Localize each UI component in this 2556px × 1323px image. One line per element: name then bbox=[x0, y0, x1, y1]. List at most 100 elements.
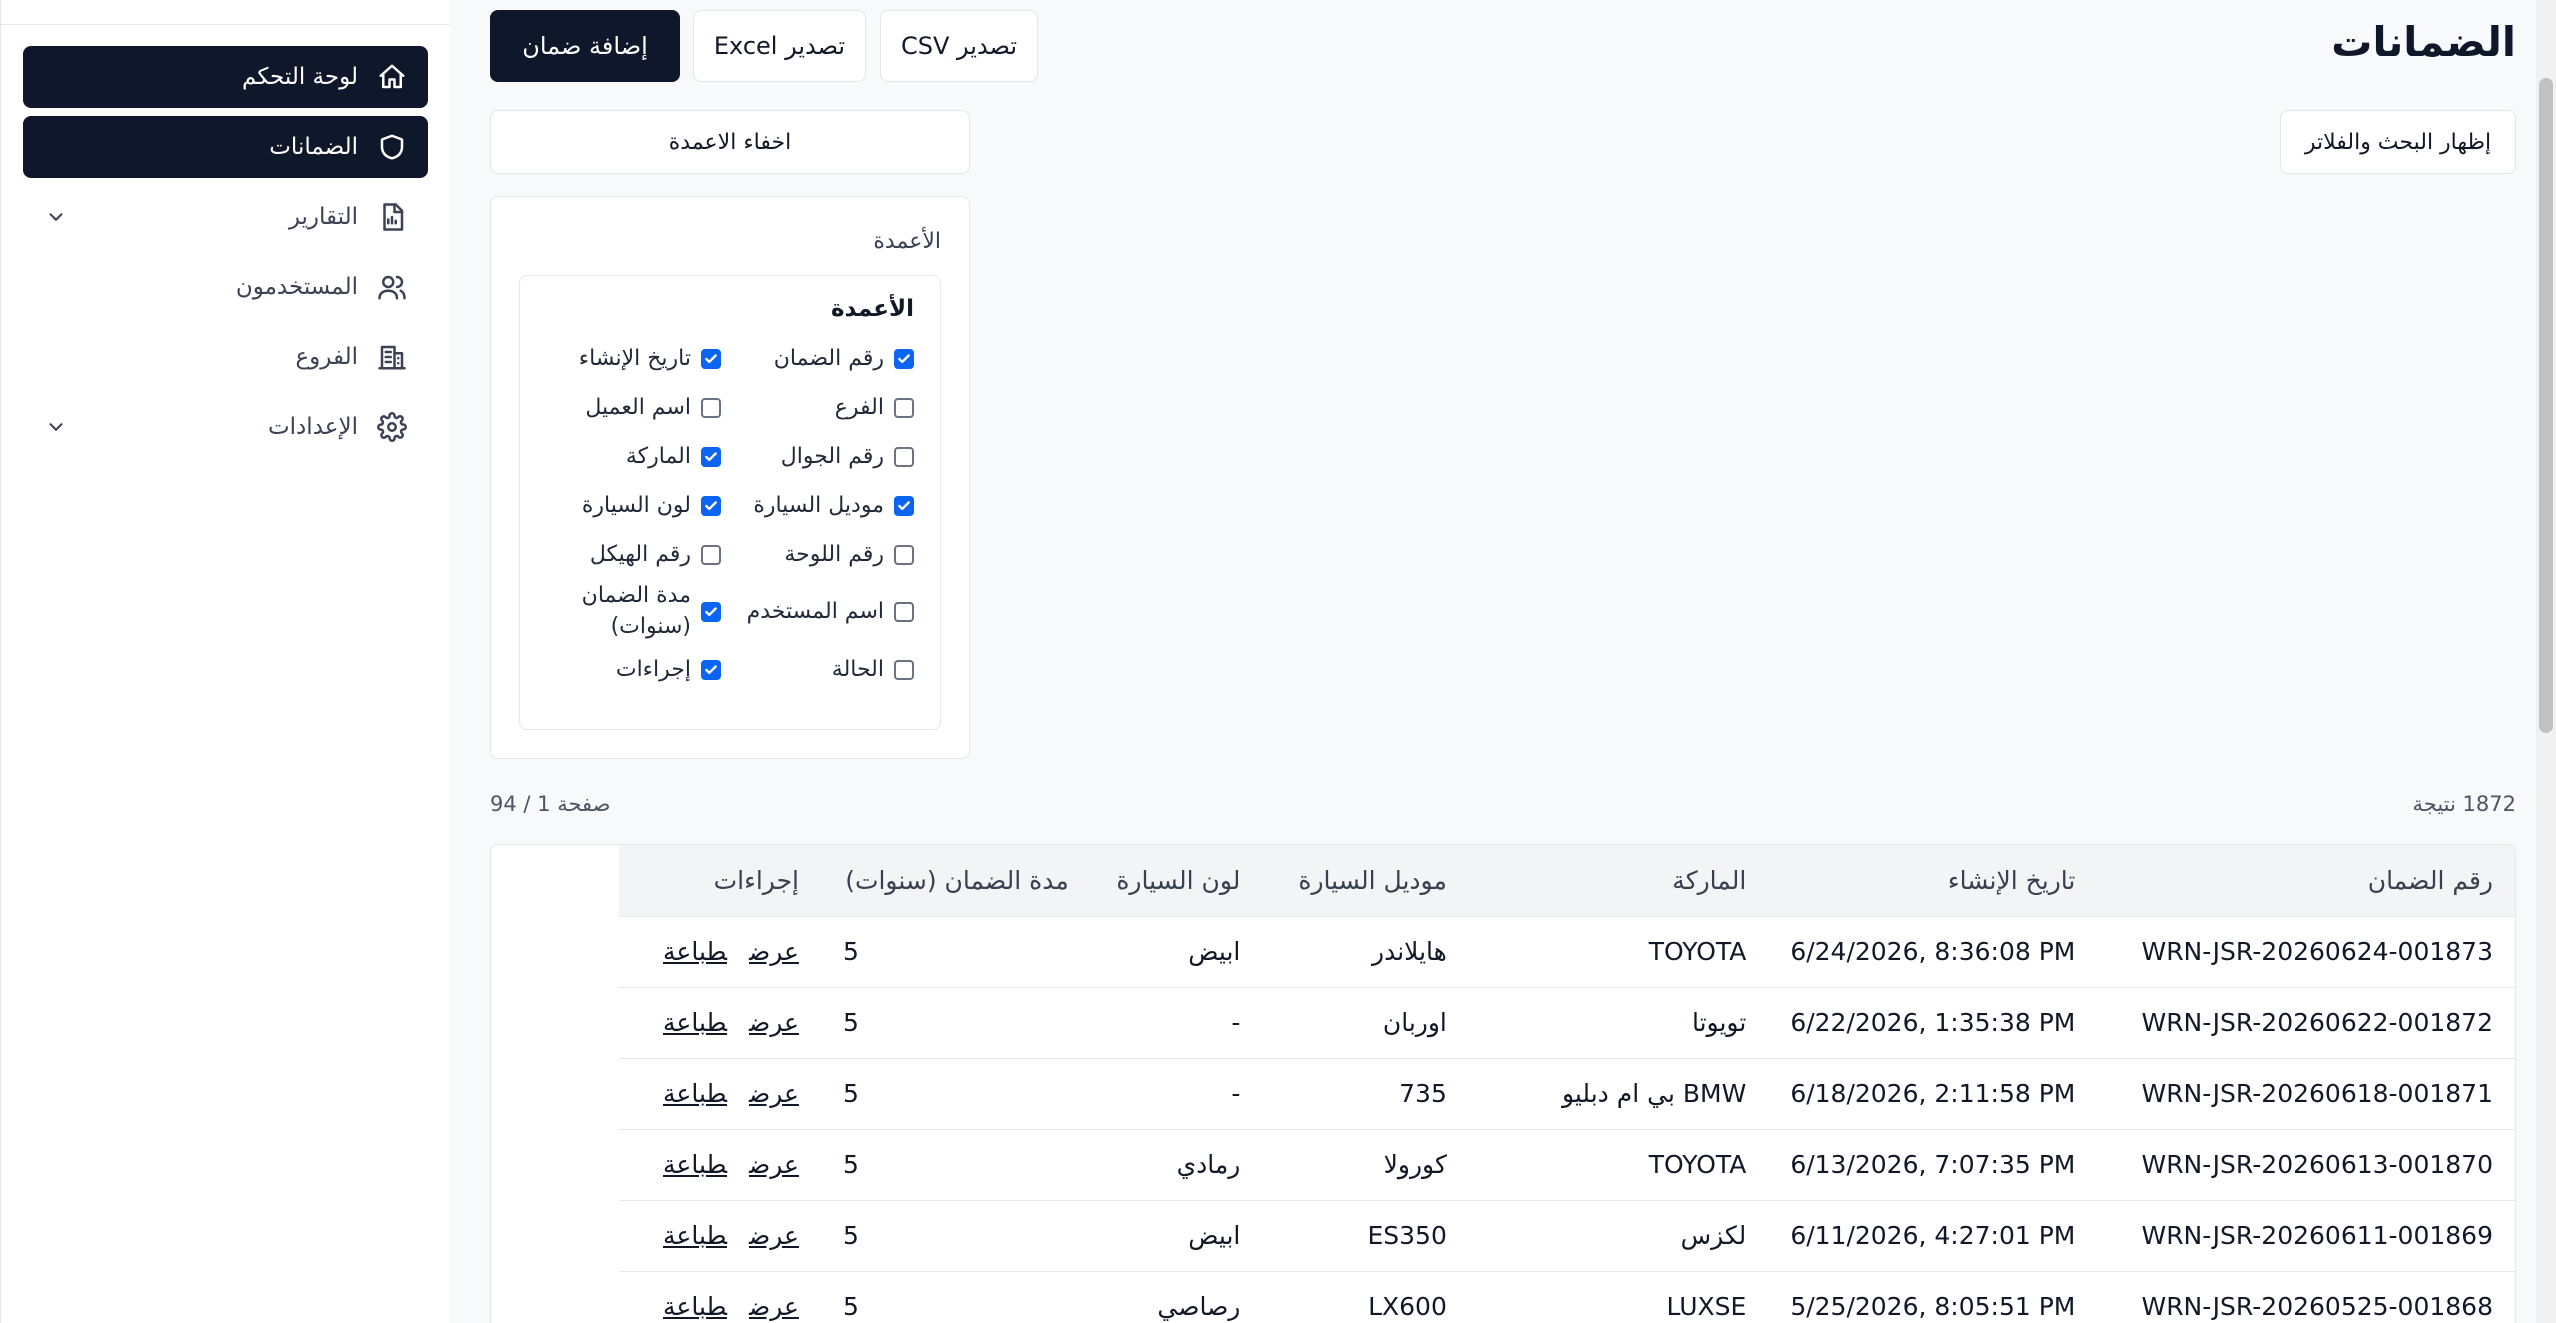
column-toggle-label: مدة الضمان (سنوات) bbox=[581, 583, 691, 639]
cell-car-model: 735 bbox=[1262, 1058, 1469, 1130]
page-scrollbar[interactable] bbox=[2536, 0, 2556, 1323]
sidebar-item-users[interactable]: المستخدمون bbox=[23, 256, 428, 318]
column-toggle[interactable]: تاريخ الإنشاء bbox=[546, 334, 721, 383]
chevron-down-icon[interactable] bbox=[43, 414, 69, 440]
checkbox-checked[interactable] bbox=[701, 659, 721, 680]
columns-checklist: رقم الضمان تاريخ الإنشاء الفرع اسم العميل رق… bbox=[546, 334, 914, 694]
header-car-color[interactable]: لون السيارة bbox=[1090, 845, 1263, 917]
header-car-model[interactable]: موديل السيارة bbox=[1262, 845, 1469, 917]
header-warranty-years[interactable]: مدة الضمان (سنوات) bbox=[821, 845, 1091, 917]
column-toggle[interactable]: رقم الهيكل bbox=[546, 530, 721, 579]
checkbox-unchecked[interactable] bbox=[894, 397, 914, 418]
view-link[interactable]: عرض bbox=[749, 1150, 799, 1179]
columns-box: الأعمدة رقم الضمان تاريخ الإنشاء الفرع اسم … bbox=[519, 275, 941, 730]
view-link[interactable]: عرض bbox=[749, 1008, 799, 1037]
view-link[interactable]: عرض bbox=[749, 1079, 799, 1108]
main-content: الضمانات إضافة ضمان تصدير Excel تصدير CS… bbox=[490, 0, 2516, 1323]
cell-actions: عرض طباعة bbox=[619, 1129, 821, 1201]
export-csv-button[interactable]: تصدير CSV bbox=[880, 10, 1038, 82]
table-row[interactable]: WRN-JSR-20260613-001870 6/13/2026, 7:07:3… bbox=[619, 1129, 2515, 1201]
column-toggle-label: رقم اللوحة bbox=[784, 542, 884, 567]
result-count: 1872 نتيجة bbox=[2412, 792, 2516, 816]
checkbox-checked[interactable] bbox=[894, 495, 914, 516]
print-link[interactable]: طباعة bbox=[663, 1221, 727, 1250]
sidebar-item-reports[interactable]: التقارير bbox=[23, 186, 428, 248]
cell-warranty-no: WRN-JSR-20260618-001871 bbox=[2097, 1058, 2515, 1130]
cell-warranty-years: 5 bbox=[821, 916, 1091, 988]
checkbox-unchecked[interactable] bbox=[701, 544, 721, 565]
column-toggle[interactable]: موديل السيارة bbox=[739, 481, 914, 530]
view-link[interactable]: عرض bbox=[749, 1292, 799, 1321]
column-toggle-label: موديل السيارة bbox=[753, 493, 884, 518]
sidebar-item-warranties[interactable]: الضمانات bbox=[23, 116, 428, 178]
header-brand[interactable]: الماركة bbox=[1468, 845, 1769, 917]
column-toggle-label: اسم المستخدم bbox=[746, 598, 884, 624]
view-link[interactable]: عرض bbox=[749, 937, 799, 966]
users-icon bbox=[376, 271, 408, 303]
hide-columns-button[interactable]: اخفاء الاعمدة bbox=[490, 110, 970, 174]
cell-created-date: 6/18/2026, 2:11:58 PM bbox=[1768, 1058, 2098, 1130]
sidebar-item-branches[interactable]: الفروع bbox=[23, 326, 428, 388]
print-link[interactable]: طباعة bbox=[663, 937, 727, 966]
scrollbar-thumb[interactable] bbox=[2539, 78, 2553, 733]
checkbox-unchecked[interactable] bbox=[894, 602, 914, 622]
sidebar-item-label: المستخدمون bbox=[235, 274, 358, 300]
column-toggle[interactable]: رقم اللوحة bbox=[739, 530, 914, 579]
chevron-down-icon[interactable] bbox=[43, 204, 69, 230]
shield-icon bbox=[376, 131, 408, 163]
column-toggle[interactable]: اسم المستخدم bbox=[739, 579, 914, 645]
checkbox-unchecked[interactable] bbox=[701, 397, 721, 418]
view-link[interactable]: عرض bbox=[749, 1221, 799, 1250]
sidebar-item-settings[interactable]: الإعدادات bbox=[23, 396, 428, 458]
checkbox-checked[interactable] bbox=[701, 446, 721, 467]
print-link[interactable]: طباعة bbox=[663, 1008, 727, 1037]
checkbox-unchecked[interactable] bbox=[894, 446, 914, 467]
table-header-row: رقم الضمان تاريخ الإنشاء الماركة موديل ا… bbox=[619, 845, 2515, 917]
print-link[interactable]: طباعة bbox=[663, 1150, 727, 1179]
sidebar-item-dashboard[interactable]: لوحة التحكم bbox=[23, 46, 428, 108]
table-row[interactable]: WRN-JSR-20260618-001871 6/18/2026, 2:11:5… bbox=[619, 1058, 2515, 1130]
checkbox-checked[interactable] bbox=[701, 348, 721, 369]
cell-car-model: اوربان bbox=[1262, 987, 1469, 1059]
cell-actions: عرض طباعة bbox=[619, 916, 821, 988]
column-toggle[interactable]: لون السيارة bbox=[546, 481, 721, 530]
column-toggle[interactable]: الحالة bbox=[739, 645, 914, 694]
print-link[interactable]: طباعة bbox=[663, 1079, 727, 1108]
checkbox-checked[interactable] bbox=[894, 348, 914, 369]
column-toggle[interactable]: الماركة bbox=[546, 432, 721, 481]
table-row[interactable]: WRN-JSR-20260624-001873 6/24/2026, 8:36:0… bbox=[619, 916, 2515, 988]
show-filters-button[interactable]: إظهار البحث والفلاتر bbox=[2280, 110, 2516, 174]
table-row[interactable]: WRN-JSR-20260611-001869 6/11/2026, 4:27:0… bbox=[619, 1200, 2515, 1272]
column-toggle-label: رقم الجوال bbox=[780, 444, 884, 469]
add-warranty-button[interactable]: إضافة ضمان bbox=[490, 10, 680, 82]
header-warranty-no[interactable]: رقم الضمان bbox=[2097, 845, 2515, 917]
column-toggle-label: الماركة bbox=[625, 444, 691, 469]
cell-created-date: 6/24/2026, 8:36:08 PM bbox=[1768, 916, 2098, 988]
column-toggle[interactable]: مدة الضمان (سنوات) bbox=[546, 579, 721, 645]
print-link[interactable]: طباعة bbox=[663, 1292, 727, 1321]
export-excel-button[interactable]: تصدير Excel bbox=[693, 10, 866, 82]
checkbox-checked[interactable] bbox=[701, 602, 721, 622]
cell-created-date: 6/22/2026, 1:35:38 PM bbox=[1768, 987, 2098, 1059]
column-toggle[interactable]: إجراءات bbox=[546, 645, 721, 694]
cell-car-color: رمادي bbox=[1090, 1129, 1263, 1201]
table-row[interactable]: WRN-JSR-20260622-001872 6/22/2026, 1:35:3… bbox=[619, 987, 2515, 1059]
checkbox-unchecked[interactable] bbox=[894, 659, 914, 680]
checkbox-unchecked[interactable] bbox=[894, 544, 914, 565]
cell-brand: TOYOTA bbox=[1468, 916, 1769, 988]
cell-car-color: ابيض bbox=[1090, 916, 1263, 988]
checkbox-checked[interactable] bbox=[701, 495, 721, 516]
cell-warranty-no: WRN-JSR-20260525-001868 bbox=[2097, 1271, 2515, 1323]
column-toggle[interactable]: الفرع bbox=[739, 383, 914, 432]
building-icon bbox=[376, 341, 408, 373]
header-created-date[interactable]: تاريخ الإنشاء bbox=[1768, 845, 2098, 917]
column-toggle[interactable]: رقم الضمان bbox=[739, 334, 914, 383]
sidebar-item-label: الفروع bbox=[295, 344, 358, 370]
column-toggle[interactable]: رقم الجوال bbox=[739, 432, 914, 481]
cell-created-date: 6/13/2026, 7:07:35 PM bbox=[1768, 1129, 2098, 1201]
column-toggle[interactable]: اسم العميل bbox=[546, 383, 721, 432]
cell-car-model: هايلاندر bbox=[1262, 916, 1469, 988]
column-toggle-label: رقم الضمان bbox=[773, 346, 884, 371]
sidebar-item-label: الضمانات bbox=[269, 134, 358, 160]
table-row[interactable]: WRN-JSR-20260525-001868 5/25/2026, 8:05:5… bbox=[619, 1271, 2515, 1323]
